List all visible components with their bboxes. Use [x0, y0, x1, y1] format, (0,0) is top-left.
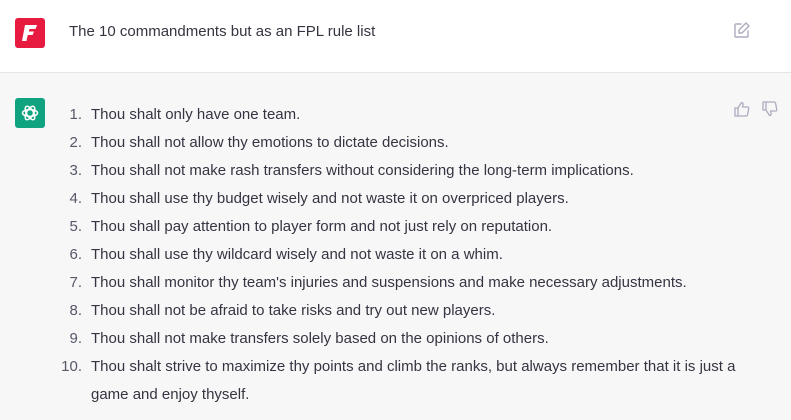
rule-number: 5.	[69, 218, 82, 235]
user-message-text: The 10 commandments but as an FPL rule l…	[69, 23, 376, 40]
rule-number: 6.	[69, 246, 82, 263]
rule-number: 9.	[69, 330, 82, 347]
edit-icon[interactable]	[733, 21, 751, 39]
rule-number: 7.	[69, 274, 82, 291]
rule-number: 2.	[69, 134, 82, 151]
rule-text: Thou shall use thy wildcard wisely and n…	[91, 246, 503, 263]
rule-number: 8.	[69, 302, 82, 319]
rule-item: 5. Thou shall pay attention to player for…	[56, 213, 736, 241]
assistant-message-row: 1. Thou shalt only have one team. 2. Thou s…	[0, 73, 791, 420]
rule-text: Thou shall not make rash transfers witho…	[91, 162, 634, 179]
chat-page: The 10 commandments but as an FPL rule l…	[0, 0, 791, 420]
rule-text: Thou shall use thy budget wisely and not…	[91, 190, 569, 207]
rule-item: 4. Thou shall use thy budget wisely and n…	[56, 185, 736, 213]
rule-list: 1. Thou shalt only have one team. 2. Thou s…	[56, 101, 736, 409]
assistant-avatar	[15, 98, 45, 128]
rule-number: 4.	[69, 190, 82, 207]
rule-item: 1. Thou shalt only have one team.	[56, 101, 736, 129]
fpl-f-logo-icon	[22, 25, 37, 41]
thumbs-down-icon[interactable]	[761, 100, 779, 118]
rule-item: 2. Thou shall not allow thy emotions to d…	[56, 129, 736, 157]
rule-text: Thou shall not allow thy emotions to dic…	[91, 134, 449, 151]
rule-text: Thou shalt strive to maximize thy points…	[91, 358, 736, 403]
rule-text: Thou shall monitor thy team's injuries a…	[91, 274, 687, 291]
user-message-row: The 10 commandments but as an FPL rule l…	[0, 0, 791, 73]
rule-text: Thou shall pay attention to player form …	[91, 218, 553, 235]
rule-item: 7. Thou shall monitor thy team's injuries…	[56, 269, 736, 297]
rule-item: 10. Thou shalt strive to maximize thy poi…	[56, 353, 736, 409]
rule-item: 8. Thou shall not be afraid to take risks…	[56, 297, 736, 325]
rule-text: Thou shall not make transfers solely bas…	[91, 330, 549, 347]
rule-number: 10.	[61, 358, 82, 375]
rule-item: 6. Thou shall use thy wildcard wisely and…	[56, 241, 736, 269]
rule-item: 9. Thou shall not make transfers solely b…	[56, 325, 736, 353]
rule-text: Thou shalt only have one team.	[91, 106, 301, 123]
rule-number: 1.	[69, 106, 82, 123]
rule-number: 3.	[69, 162, 82, 179]
rule-text: Thou shall not be afraid to take risks a…	[91, 302, 496, 319]
openai-logo-icon	[21, 105, 39, 121]
rule-item: 3. Thou shall not make rash transfers wit…	[56, 157, 736, 185]
user-avatar	[15, 18, 45, 48]
